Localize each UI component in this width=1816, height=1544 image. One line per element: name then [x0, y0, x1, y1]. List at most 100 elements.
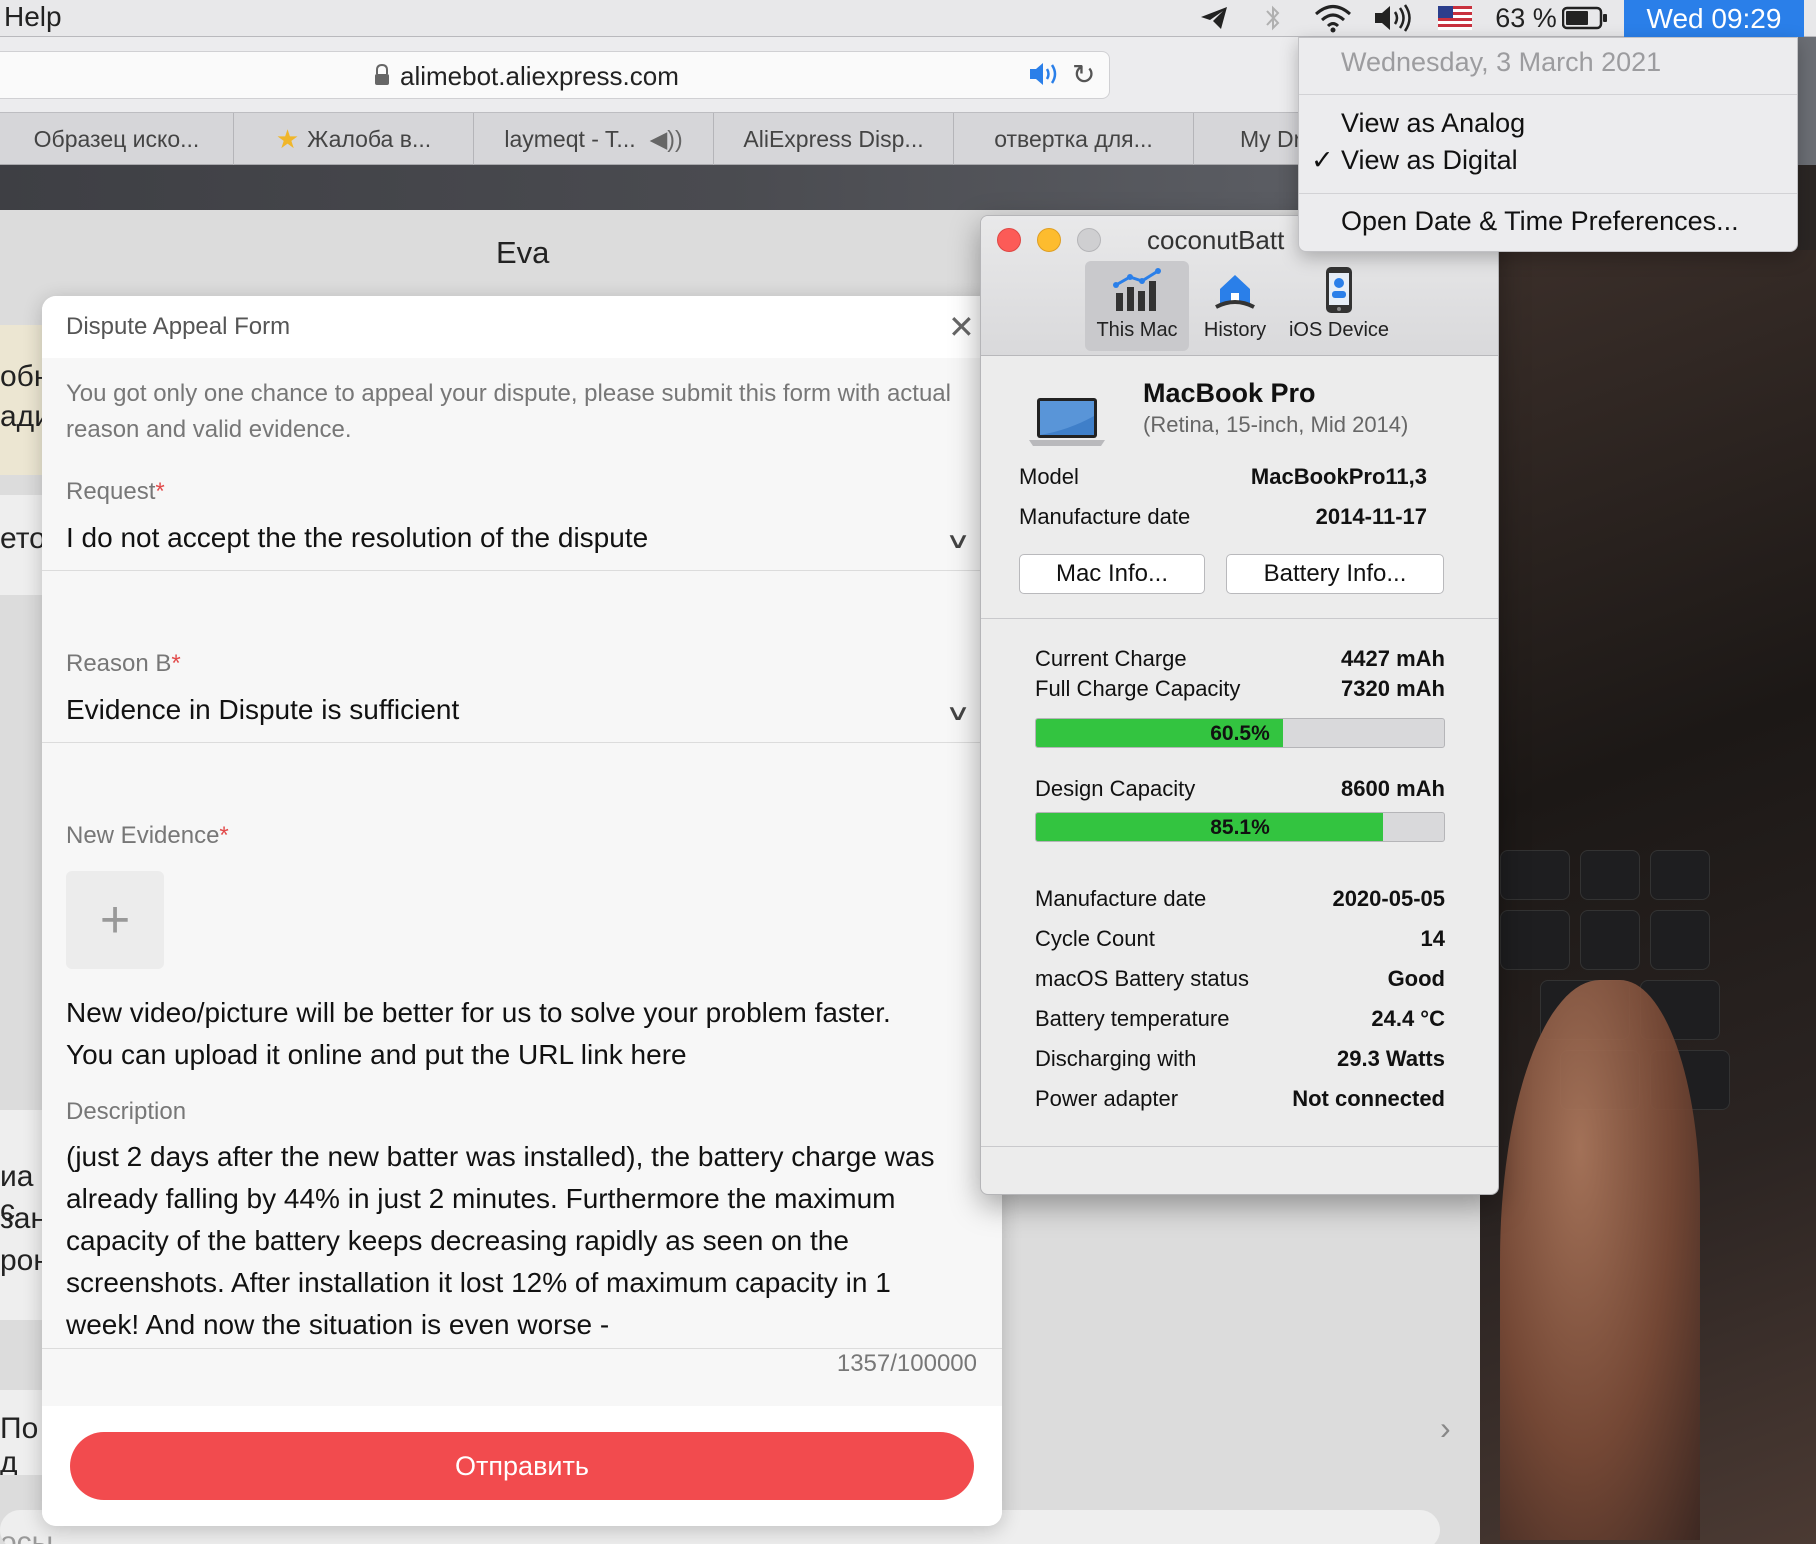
model-value: MacBookPro11,3 [1250, 464, 1427, 489]
minimize-window-button[interactable] [1037, 228, 1061, 252]
current-charge-value: 4427 mAh [1341, 646, 1445, 671]
power-adapter-value: Not connected [1292, 1086, 1445, 1111]
toolbar-history[interactable]: History [1193, 261, 1277, 351]
menu-clock[interactable]: Wed 09:29 [1624, 0, 1804, 37]
toolbar-ios-device[interactable]: iOS Device [1281, 261, 1397, 351]
evidence-label: New Evidence* [66, 822, 229, 849]
evidence-hint: You can upload it online and put the URL… [66, 1039, 687, 1070]
checkmark-icon: ✓ [1311, 145, 1334, 175]
reason-label: Reason B* [66, 650, 181, 677]
chevron-down-icon[interactable]: ∨ [945, 700, 971, 726]
volume-icon[interactable] [1372, 0, 1416, 36]
tab-item[interactable]: отвертка для... [954, 113, 1194, 165]
character-counter: 1357/100000 [836, 1350, 977, 1377]
cycle-count-label: Cycle Count [1035, 926, 1155, 951]
menu-open-preferences[interactable]: Open Date & Time Preferences... [1341, 206, 1739, 237]
tab-item[interactable]: ★ Жалоба в... [234, 113, 474, 165]
divider [42, 1348, 1002, 1349]
dialog-title: Dispute Appeal Form [66, 313, 291, 340]
request-select[interactable]: I do not accept the the resolution of th… [66, 522, 648, 554]
toolbar-this-mac[interactable]: This Mac [1085, 261, 1189, 351]
charge-progress-bar: 60.5% [1035, 718, 1445, 748]
telegram-icon[interactable] [1196, 0, 1232, 36]
chat-fragment: обн ади [0, 325, 45, 475]
address-bar[interactable]: alimebot.aliexpress.com ↻ [0, 51, 1110, 99]
bar-chart-icon [1112, 261, 1162, 319]
us-flag-icon[interactable] [1436, 0, 1474, 36]
evidence-hint: New video/picture will be better for us … [66, 997, 891, 1028]
design-capacity-label: Design Capacity [1035, 776, 1196, 801]
tab-item[interactable]: Образец иско... [0, 113, 234, 165]
chat-fragment: По д [0, 1390, 45, 1475]
battery-info-button[interactable]: Battery Info... [1226, 554, 1444, 594]
cycle-count-value: 14 [1420, 926, 1445, 951]
battery-percent[interactable]: 63 % [1494, 0, 1558, 36]
close-icon[interactable]: ✕ [948, 308, 975, 346]
iphone-icon [1324, 261, 1354, 319]
reload-icon[interactable]: ↻ [1072, 58, 1095, 91]
menu-view-digital[interactable]: View as Digital [1341, 145, 1518, 176]
chat-fragment: иа с зан рон [0, 1110, 45, 1320]
menu-separator [1299, 193, 1797, 194]
menu-help[interactable]: Help [4, 1, 62, 33]
full-capacity-value: 7320 mAh [1341, 676, 1445, 701]
description-label: Description [66, 1098, 187, 1125]
bluetooth-icon[interactable] [1258, 0, 1288, 36]
divider [42, 742, 1002, 743]
tab-bar: Образец иско... ★ Жалоба в... laymeqt - T… [0, 112, 1300, 165]
menu-date: Wednesday, 3 March 2021 [1341, 47, 1662, 77]
description-line: already falling by 44% in just 2 minutes… [66, 1183, 896, 1214]
description-line: (just 2 days after the new batter was in… [66, 1141, 935, 1172]
battery-mfg-label: Manufacture date [1035, 886, 1207, 911]
mac-name: MacBook Pro [1143, 378, 1316, 408]
divider [42, 570, 1002, 571]
lock-icon [374, 63, 390, 91]
battery-icon[interactable] [1560, 0, 1610, 36]
menu-bar: Help 63 % Wed 09:29 [0, 0, 1816, 37]
battery-mfg-value: 2020-05-05 [1332, 886, 1445, 911]
close-window-button[interactable] [997, 228, 1021, 252]
reason-select[interactable]: Evidence in Dispute is sufficient [66, 694, 459, 726]
tab-item[interactable]: My Dr [1194, 113, 1300, 165]
description-textarea[interactable]: (just 2 days after the new batter was in… [42, 1136, 1002, 1346]
tab-item[interactable]: AliExpress Disp... [714, 113, 954, 165]
mac-info-button[interactable]: Mac Info... [1019, 554, 1205, 594]
discharge-label: Discharging with [1035, 1046, 1197, 1071]
full-capacity-label: Full Charge Capacity [1035, 676, 1241, 701]
macbook-icon [1029, 396, 1105, 453]
battery-status-value: Good [1387, 966, 1445, 991]
clock-menu: Wednesday, 3 March 2021 View as Analog ✓… [1298, 37, 1798, 252]
model-label: Model [1019, 464, 1079, 489]
design-progress-bar: 85.1% [1035, 812, 1445, 842]
submit-button[interactable]: Отправить [70, 1432, 974, 1500]
dialog-intro: You got only one chance to appeal your d… [66, 380, 951, 443]
current-charge-label: Current Charge [1035, 646, 1187, 671]
chevron-down-icon[interactable]: ∨ [945, 528, 971, 554]
discharge-value: 29.3 Watts [1336, 1046, 1445, 1071]
star-icon: ★ [275, 123, 300, 154]
mac-mfg-value: 2014-11-17 [1315, 504, 1427, 529]
battery-temp-label: Battery temperature [1035, 1006, 1230, 1031]
wifi-icon[interactable] [1310, 0, 1356, 36]
browser-toolbar: alimebot.aliexpress.com ↻ [0, 37, 1300, 112]
hand-photo [1500, 980, 1700, 1540]
design-percent: 85.1% [1210, 816, 1270, 839]
menu-view-analog[interactable]: View as Analog [1341, 108, 1525, 139]
zoom-window-button[interactable] [1077, 228, 1101, 252]
divider [981, 1146, 1498, 1147]
dispute-appeal-dialog: Dispute Appeal Form ✕ You got only one c… [42, 296, 1002, 1526]
coconutbattery-window: coconutBatt This Mac History iOS Device … [980, 215, 1499, 1195]
description-line: capacity of the battery keeps decreasing… [66, 1225, 849, 1256]
menu-separator [1299, 94, 1797, 95]
chevron-right-icon[interactable]: › [1440, 1410, 1451, 1447]
mac-subtitle: (Retina, 15-inch, Mid 2014) [1143, 412, 1409, 437]
chat-title: Eva [496, 235, 550, 270]
speaker-icon[interactable] [1028, 60, 1062, 95]
power-adapter-label: Power adapter [1035, 1086, 1179, 1111]
tab-item[interactable]: laymeqt - T... ◀)) [474, 113, 714, 165]
history-icon [1212, 261, 1258, 319]
description-line: screenshots. After installation it lost … [66, 1267, 891, 1298]
upload-button[interactable]: + [66, 871, 164, 969]
charge-percent: 60.5% [1210, 722, 1270, 745]
speaker-icon[interactable]: ◀)) [650, 126, 683, 153]
